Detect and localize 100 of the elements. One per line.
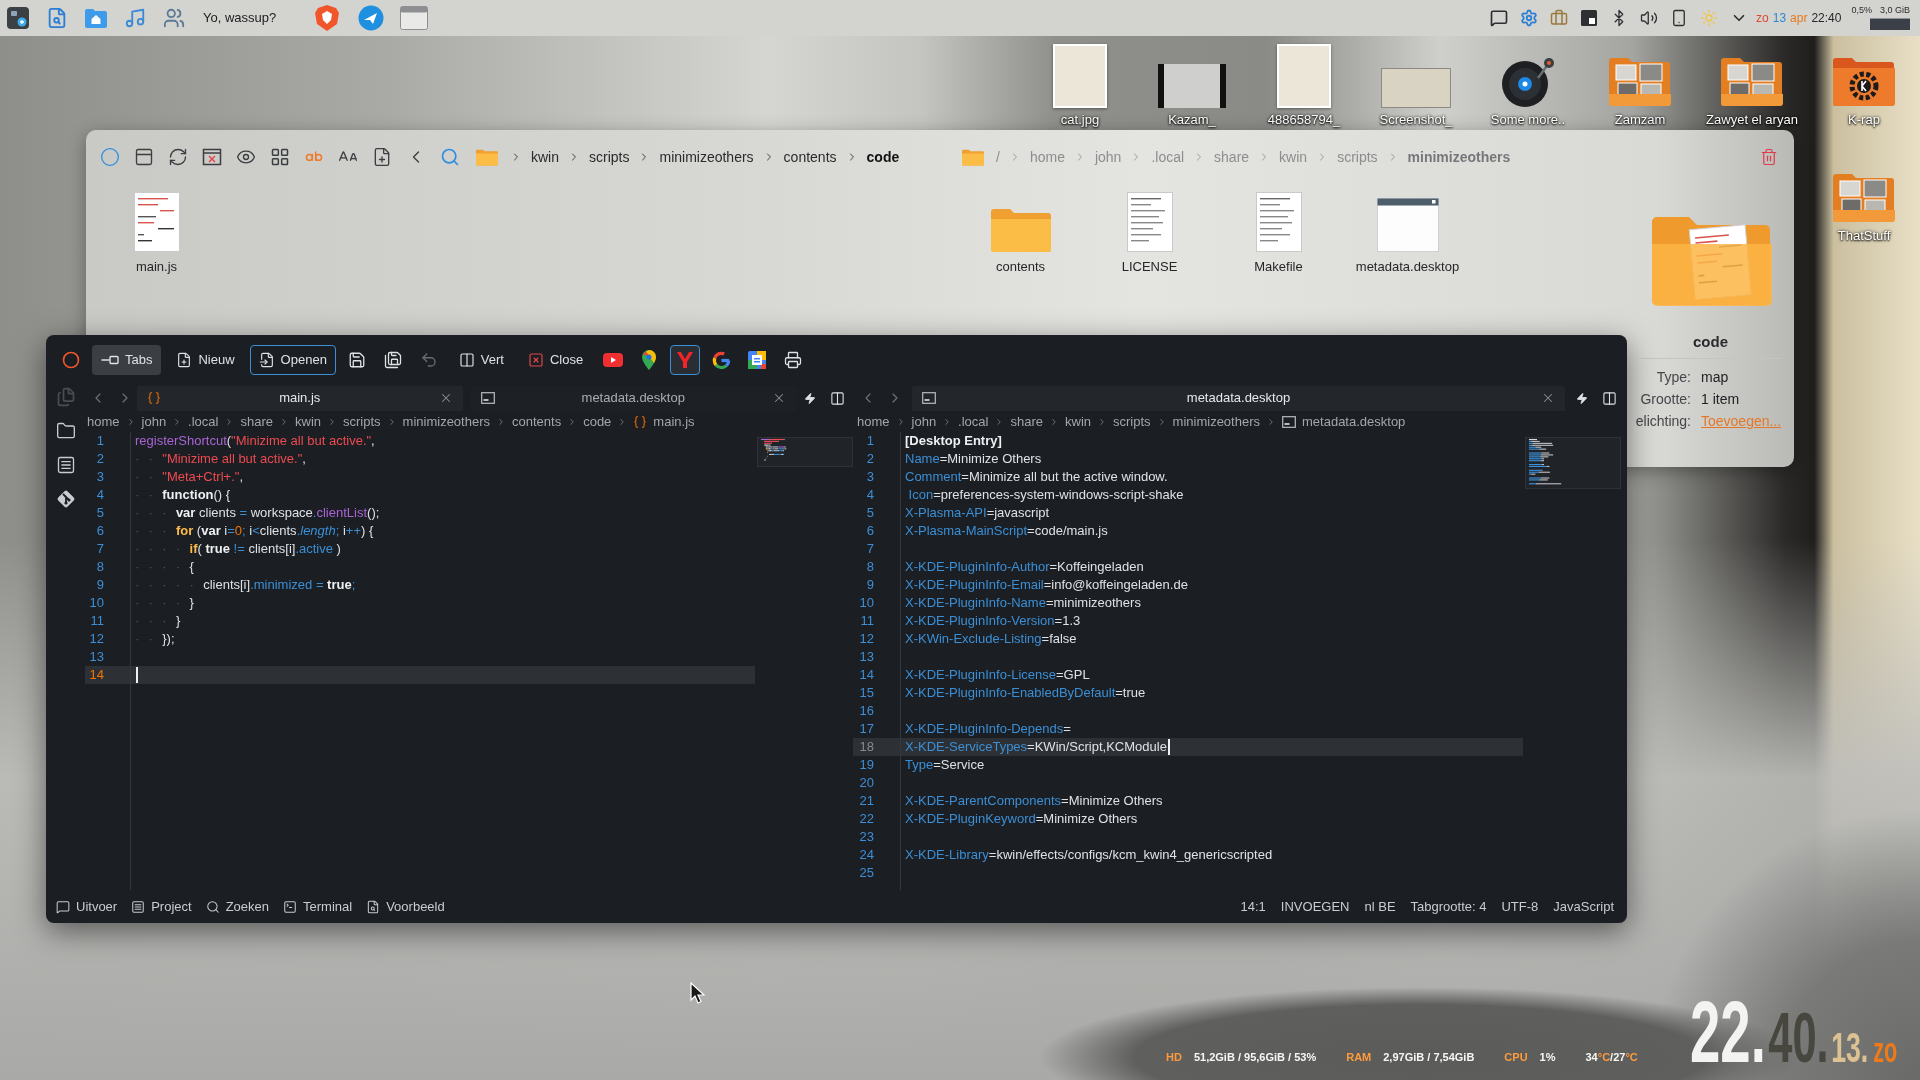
split-view-icon[interactable] (1601, 390, 1617, 406)
tool-view-button[interactable]: Terminal (283, 896, 353, 917)
breadcrumb-item[interactable]: scripts (1113, 411, 1151, 432)
record-player-icon[interactable] (1500, 56, 1556, 108)
breadcrumb-item[interactable]: contents (512, 411, 562, 432)
lightning-icon[interactable] (1575, 391, 1588, 405)
code-line: [Desktop Entry] (905, 432, 1002, 451)
line-number: 10 (859, 594, 874, 613)
window-icon[interactable] (400, 6, 429, 30)
note-icon[interactable] (1580, 9, 1599, 27)
folder-icon[interactable] (55, 421, 76, 441)
shield-icon[interactable] (315, 5, 340, 31)
tool-view-button[interactable]: Uitvoer (56, 896, 118, 917)
breadcrumb-item[interactable]: minimizeothers (659, 146, 754, 168)
file-plus-icon[interactable] (372, 147, 392, 167)
users-icon[interactable] (163, 7, 185, 29)
desktop-icon-label[interactable]: Zawyet el aryan (1706, 112, 1798, 128)
breadcrumb-item[interactable]: kwin (531, 146, 559, 168)
code-line: Icon=preferences-system-windows-script-shake (907, 486, 1184, 505)
document-search-icon[interactable] (46, 7, 68, 29)
breadcrumb-item[interactable]: john (141, 411, 167, 432)
window-close-icon[interactable] (202, 147, 222, 167)
panel-icon[interactable] (134, 147, 154, 167)
line-number: 4 (866, 486, 874, 505)
breadcrumb-item[interactable]: kwin (1065, 411, 1091, 432)
line-number: 7 (866, 540, 874, 559)
file-plus-icon (176, 352, 193, 368)
code-line: X-Plasma-API=javascript (905, 504, 1050, 523)
tool-view-button[interactable]: Project (131, 896, 192, 917)
close-icon[interactable] (1541, 391, 1555, 405)
stat-label: RAM (1346, 1051, 1372, 1064)
status-item[interactable]: nl BE (1364, 896, 1396, 917)
breadcrumb-item[interactable]: code (866, 146, 900, 168)
breadcrumb-item[interactable]: main.js (653, 411, 695, 432)
breadcrumb-item[interactable]: share (1010, 411, 1043, 432)
task-title[interactable]: Yo, wassup? (203, 8, 277, 28)
document-thumbnail[interactable] (1255, 192, 1302, 252)
file-name[interactable]: contents (995, 259, 1046, 275)
code-line: X-KDE-PluginInfo-Name=minimizeothers (905, 594, 1141, 613)
breadcrumb-item[interactable]: home (87, 411, 120, 432)
breadcrumb-item[interactable]: scripts (589, 146, 630, 168)
breadcrumb-item[interactable]: kwin (295, 411, 321, 432)
breadcrumb-item[interactable]: minimizeothers (402, 411, 490, 432)
toolbar-button[interactable]: Nieuw (167, 345, 244, 375)
line-number: 13 (859, 648, 874, 667)
list-icon[interactable] (55, 455, 76, 475)
editor-tab[interactable]: metadata.desktop (912, 385, 1565, 411)
settings-icon[interactable] (1520, 9, 1539, 27)
refresh-icon[interactable] (168, 147, 188, 167)
clock-text[interactable]: 22:40 (1811, 9, 1842, 27)
grid-icon[interactable] (270, 147, 290, 167)
photo-folder-icon[interactable] (1720, 56, 1784, 108)
file-name[interactable]: Makefile (1254, 259, 1303, 275)
breadcrumb-item[interactable]: .local (188, 411, 219, 432)
code-line: X-KDE-ServiceTypes=KWin/Script,KCModule (905, 738, 1167, 757)
toolbar-button[interactable]: Close (519, 345, 593, 375)
circle-logo-icon[interactable] (358, 5, 385, 31)
status-item[interactable]: UTF-8 (1501, 896, 1539, 917)
close-icon[interactable] (772, 391, 786, 405)
chat-icon[interactable] (1490, 9, 1509, 27)
breadcrumb-item[interactable]: john (911, 411, 937, 432)
breadcrumb-item[interactable]: share (240, 411, 273, 432)
tool-view-button[interactable]: Voorbeeld (366, 896, 445, 917)
breadcrumb-item[interactable]: home (857, 411, 890, 432)
video-placeholder[interactable] (1158, 64, 1226, 108)
file-name[interactable]: main.js (135, 259, 178, 275)
breadcrumb-item[interactable]: contents (783, 146, 837, 168)
window-thumbnail[interactable] (1376, 198, 1439, 252)
play-button-icon (603, 353, 624, 367)
toolbar-button[interactable]: Openen (249, 345, 336, 375)
status-item[interactable]: Tabgrootte: 4 (1410, 896, 1487, 917)
breadcrumb-item[interactable]: .local (958, 411, 989, 432)
document-thumbnail[interactable] (1126, 192, 1173, 252)
toolbar-button[interactable]: Vert (449, 345, 513, 375)
status-item[interactable]: JavaScript (1553, 896, 1614, 917)
app-launcher-icon[interactable] (7, 7, 29, 29)
briefcase-icon[interactable] (1550, 9, 1569, 27)
home-folder-icon[interactable] (85, 8, 107, 28)
editor-tab[interactable]: main.js (137, 385, 463, 411)
line-number: 2 (866, 450, 874, 469)
chevron-right-icon (1097, 416, 1107, 427)
file-name[interactable]: LICENSE (1121, 259, 1178, 275)
gear-folder-icon[interactable] (1832, 56, 1896, 108)
code-line: Comment=Minimize all but the active window. (905, 468, 1168, 487)
document-thumbnail[interactable] (133, 192, 180, 252)
code-line: X-KWin-Exclude-Listing=false (905, 630, 1077, 649)
file-name[interactable]: metadata.desktop (1355, 259, 1460, 275)
line-number: 5 (866, 504, 874, 523)
volume-icon[interactable] (1640, 9, 1659, 27)
breadcrumb-item[interactable]: metadata.desktop (1302, 411, 1406, 432)
lightning-icon[interactable] (804, 391, 816, 405)
breadcrumb-item[interactable]: code (583, 411, 612, 432)
fork-logo-icon (676, 351, 695, 369)
breadcrumb-item[interactable]: minimizeothers (1172, 411, 1260, 432)
tool-view-button[interactable]: Zoeken (205, 896, 270, 917)
status-item[interactable]: 14:1 (1240, 896, 1266, 917)
status-item[interactable]: INVOEGEN (1280, 896, 1350, 917)
toolbar-button[interactable]: Tabs (92, 345, 162, 375)
split-view-icon[interactable] (830, 390, 845, 406)
breadcrumb-item[interactable]: scripts (343, 411, 381, 432)
